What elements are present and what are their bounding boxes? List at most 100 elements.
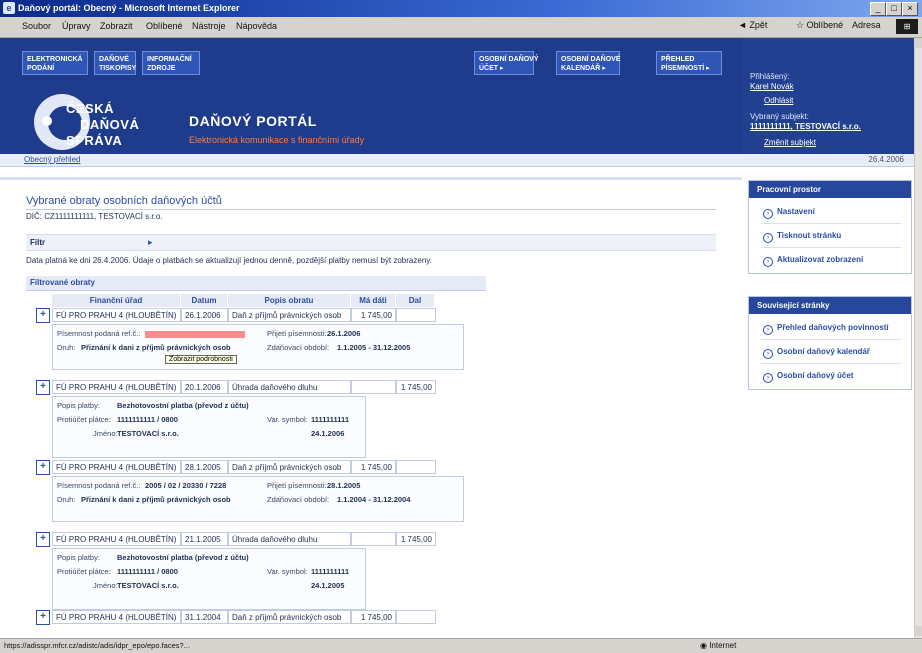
back-button[interactable]: ◄ Zpět [738,20,767,30]
receipt-date: 26.1.2006 [327,329,361,338]
expand-row-button[interactable]: + [36,532,50,547]
vertical-scrollbar[interactable] [914,38,922,638]
tax-duties-link[interactable]: › Přehled daňových povinností [763,323,889,335]
print-link[interactable]: › Tisknout stránku [763,231,841,243]
nav-personal-tax-calendar-line2: KALENDÁŘ ▸ [561,65,606,72]
col-credit[interactable]: Dal [396,294,435,307]
scroll-down-icon[interactable] [914,626,922,636]
refresh-link[interactable]: › Aktualizovat zobrazení [763,255,863,267]
title-divider [26,209,716,210]
nav-electronic-filing-line2: PODÁNÍ [27,65,55,72]
cell-office: FÚ PRO PRAHU 4 (HLOUBĚTÍN) [52,308,181,322]
variable-symbol: 1111111111 [311,415,349,424]
nav-electronic-filing-line1: ELEKTRONICKÁ [27,56,83,63]
section-title: Filtrované obraty [30,278,95,287]
payer-name: TESTOVACÍ s.r.o. [117,581,179,590]
cell-credit: 1 745,00 [396,532,436,546]
cell-office: FÚ PRO PRAHU 4 (HLOUBĚTÍN) [52,380,181,394]
window-titlebar: e Daňový portál: Obecný - Microsoft Inte… [0,0,922,17]
cell-date: 31.1.2004 [181,610,228,624]
settings-link[interactable]: › Nastavení [763,207,815,219]
cell-debit [351,532,396,546]
maximize-button[interactable]: □ [886,2,902,16]
redacted-reference [145,331,245,338]
expand-row-button[interactable]: + [36,308,50,323]
detail-label: Přijetí písemnosti: [267,329,327,338]
expand-row-button[interactable]: + [36,610,50,625]
detail-label: Protiúčet plátce: [57,567,111,576]
tax-account-link[interactable]: › Osobní daňový účet [763,371,853,383]
user-box: Přihlášený: Karel Novák Odhlásit Vybraný… [742,38,914,154]
panel-divider [761,363,901,364]
subject-value-link[interactable]: 1111111111, TESTOVACÍ s.r.o. [750,122,861,131]
section-header: Filtrované obraty [26,276,486,291]
tax-calendar-link[interactable]: › Osobní daňový kalendář [763,347,870,359]
favorites-button[interactable]: ☆ Oblíbené [796,20,843,31]
scroll-up-icon[interactable] [914,38,922,48]
detail-label: Popis platby: [57,401,100,410]
table-row: + FÚ PRO PRAHU 4 (HLOUBĚTÍN) 31.1.2004 Daň … [36,610,446,625]
col-office[interactable]: Finanční úřad [52,294,181,307]
tax-calendar-link-label: Osobní daňový kalendář [777,347,870,356]
row-detail: Písemnost podaná ref.č.: Přijetí písemnos… [52,324,464,370]
menu-view[interactable]: Zobrazit [100,21,133,31]
col-date[interactable]: Datum [181,294,228,307]
expand-row-button[interactable]: + [36,460,50,475]
close-button[interactable]: × [902,2,918,16]
table-row: + FÚ PRO PRAHU 4 (HLOUBĚTÍN) 21.1.2005 Úhra… [36,532,446,547]
filter-arrow-icon: ▸ [148,237,153,247]
status-url: https://adisspr.mfcr.cz/adistc/adis/idpr… [4,641,190,650]
detail-label: Druh: [57,495,76,504]
change-subject-link[interactable]: Změnit subjekt [764,138,816,147]
menu-file[interactable]: Soubor [22,21,51,31]
row-detail: Popis platby: Bezhotovostní platba (převo… [52,548,366,610]
window-title: Daňový portál: Obecný - Microsoft Intern… [18,3,240,13]
nav-tax-forms-line2: TISKOPISY [99,65,137,72]
detail-label: Písemnost podaná ref.č.: [57,481,141,490]
detail-label: Jméno: [93,429,118,438]
breadcrumb-link[interactable]: Obecný přehled [24,155,80,164]
col-debit[interactable]: Má dáti [351,294,396,307]
minimize-button[interactable]: _ [870,2,886,16]
cell-credit: 1 745,00 [396,380,436,394]
address-label[interactable]: Adresa [852,20,881,30]
nav-personal-tax-account[interactable]: OSOBNÍ DAŇOVÝ ÚČET ▸ [474,51,539,75]
cell-office: FÚ PRO PRAHU 4 (HLOUBĚTÍN) [52,532,181,546]
detail-label: Přijetí písemnosti: [267,481,327,490]
table-row: + FÚ PRO PRAHU 4 (HLOUBĚTÍN) 20.1.2006 Úhra… [36,380,446,395]
nav-tax-forms[interactable]: DAŇOVÉ TISKOPISY [94,51,136,75]
menu-favorites[interactable]: Oblíbené [146,21,183,31]
back-icon: ◄ [738,20,750,30]
statusbar: https://adisspr.mfcr.cz/adistc/adis/idpr… [0,638,922,653]
document-type: Přiznání k dani z příjmů právnických oso… [81,495,231,504]
filter-toggle[interactable]: Filtr ▸ [26,234,716,251]
col-description[interactable]: Popis obratu [228,294,351,307]
payer-account: 1111111111 / 0800 [117,567,178,576]
menu-edit[interactable]: Úpravy [62,21,91,31]
menubar: Soubor Úpravy Zobrazit Oblíbené Nástroje… [0,17,922,38]
expand-row-button[interactable]: + [36,380,50,395]
cell-office: FÚ PRO PRAHU 4 (HLOUBĚTÍN) [52,610,181,624]
payer-account: 1111111111 / 0800 [117,415,178,424]
row-detail: Písemnost podaná ref.č.: 2005 / 02 / 2033… [52,476,464,522]
current-date: 26.4.2006 [868,155,904,164]
logo-line-3: SPRÁVA [66,133,123,148]
nav-electronic-filing[interactable]: ELEKTRONICKÁ PODÁNÍ [22,51,88,75]
workspace-panel: Pracovní prostor › Nastavení › Tisknout st… [748,180,912,274]
table-row: + FÚ PRO PRAHU 4 (HLOUBĚTÍN) 28.1.2005 Daň … [36,460,446,475]
user-label: Přihlášený: [750,72,790,81]
windows-logo-icon: ⊞ [896,19,918,34]
cell-date: 21.1.2005 [181,532,228,546]
logout-link[interactable]: Odhlásit [764,96,793,105]
globe-icon: ◉ [700,641,710,650]
nav-personal-tax-calendar[interactable]: OSOBNÍ DAŇOVÉ KALENDÁŘ ▸ [556,51,621,75]
nav-info-sources[interactable]: INFORMAČNÍ ZDROJE [142,51,200,75]
nav-documents-overview[interactable]: PŘEHLED PÍSEMNOSTÍ ▸ [656,51,722,75]
user-name-link[interactable]: Karel Novák [750,82,794,91]
cell-description: Úhrada daňového dluhu [228,532,351,546]
menu-help[interactable]: Nápověda [236,21,277,31]
payment-description: Bezhotovostní platba (převod z účtu) [117,401,249,410]
menu-tools[interactable]: Nástroje [192,21,226,31]
portal-title: DAŇOVÝ PORTÁL [189,113,317,129]
panel-divider [761,223,901,224]
